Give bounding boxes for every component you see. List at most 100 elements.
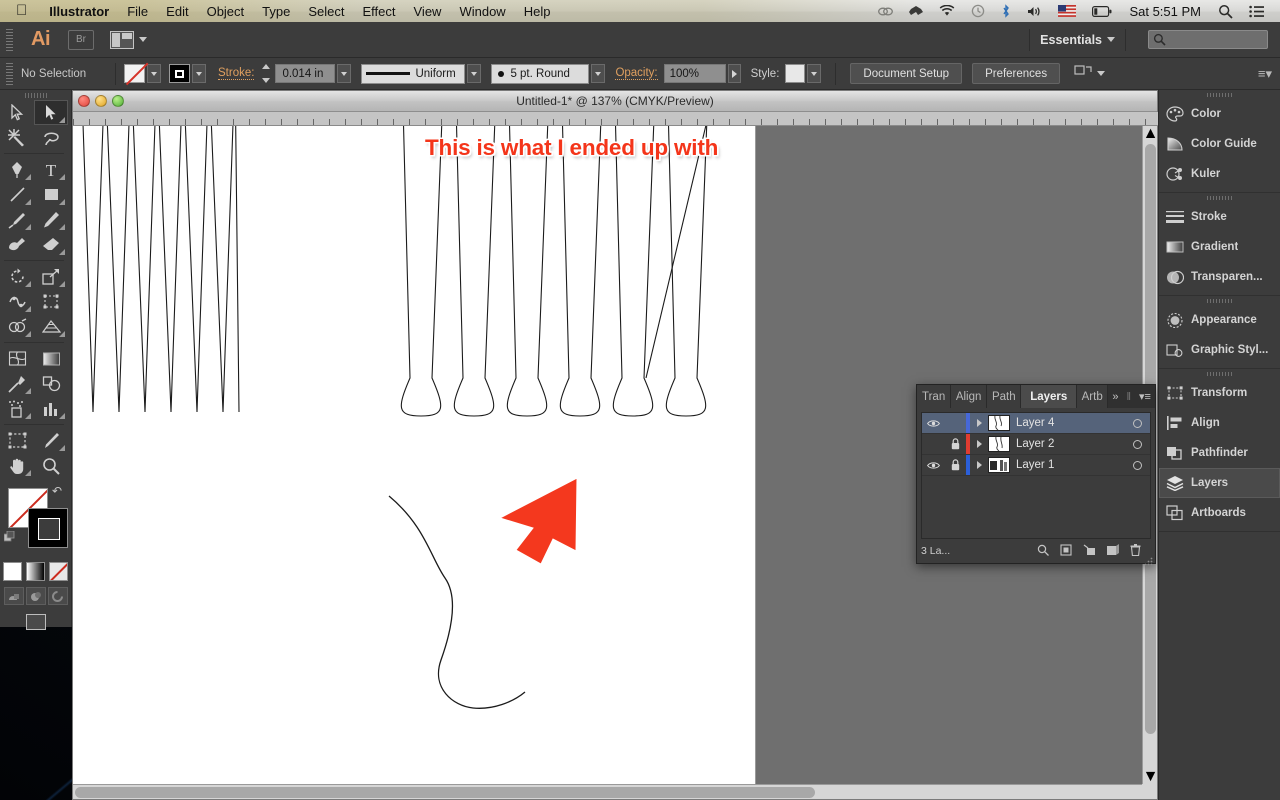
selection-tool[interactable] [0, 100, 34, 125]
pencil-tool[interactable] [34, 207, 68, 232]
preferences-button[interactable]: Preferences [972, 63, 1061, 84]
dock-item-stroke[interactable]: Stroke [1159, 202, 1280, 232]
menubar-clock[interactable]: Sat 5:51 PM [1120, 4, 1210, 19]
draw-inside-button[interactable] [47, 587, 68, 605]
toolbar-drag-grip[interactable] [5, 28, 14, 51]
rotate-tool[interactable] [0, 264, 34, 289]
dock-group-grip[interactable] [1159, 90, 1280, 99]
screen-mode-icon[interactable] [25, 614, 46, 630]
dock-item-layers[interactable]: Layers [1159, 468, 1280, 498]
horizontal-scroll-thumb[interactable] [75, 787, 815, 798]
layer-expand-triangle[interactable] [970, 440, 988, 448]
graphic-style-swatch[interactable] [785, 64, 806, 83]
opacity-flyout[interactable] [727, 64, 741, 83]
style-dropdown[interactable] [807, 64, 822, 83]
fill-color-swatch[interactable] [124, 64, 145, 83]
delete-selection-icon[interactable] [1130, 543, 1141, 559]
layer-target-indicator[interactable] [1124, 439, 1150, 449]
controlbar-drag-grip[interactable] [5, 62, 14, 85]
scroll-down-arrow[interactable]: ▼ [1143, 768, 1159, 785]
default-colors-icon[interactable] [3, 530, 16, 542]
menu-help[interactable]: Help [515, 4, 560, 19]
horizontal-ruler[interactable] [73, 112, 1159, 126]
artboard[interactable]: This is what I ended up with [73, 126, 755, 784]
stroke-swatch-large[interactable] [28, 508, 68, 548]
draw-normal-button[interactable] [3, 587, 24, 605]
lasso-tool[interactable] [34, 125, 68, 150]
make-clipping-mask-icon[interactable] [1060, 543, 1072, 559]
arrange-documents-button[interactable] [110, 30, 147, 49]
table-row[interactable]: Layer 2 [922, 434, 1150, 455]
dock-item-color-guide[interactable]: Color Guide [1159, 129, 1280, 159]
menu-type[interactable]: Type [253, 4, 299, 19]
blend-tool[interactable] [34, 371, 68, 396]
stroke-color-swatch[interactable] [169, 64, 190, 83]
width-tool[interactable] [0, 289, 34, 314]
flag-us-icon[interactable] [1050, 5, 1084, 17]
dock-group-grip[interactable] [1159, 296, 1280, 305]
tab-transform[interactable]: Tran [917, 385, 951, 408]
free-transform-tool[interactable] [34, 289, 68, 314]
document-setup-button[interactable]: Document Setup [850, 63, 963, 84]
dock-item-transform[interactable]: Transform [1159, 378, 1280, 408]
layers-panel[interactable]: Tran Align Path Layers Artb » ‖ ▾≡ Layer… [916, 384, 1156, 566]
brush-definition[interactable]: 5 pt. Round [491, 63, 590, 84]
artboard-tool[interactable] [0, 428, 34, 453]
dock-item-kuler[interactable]: Kuler [1159, 159, 1280, 189]
tab-pathfinder[interactable]: Path [986, 385, 1022, 408]
transform-icon[interactable] [1074, 64, 1092, 83]
battery-icon[interactable] [1084, 5, 1120, 17]
menu-select[interactable]: Select [299, 4, 353, 19]
eyedropper-tool[interactable] [0, 371, 34, 396]
chevron-down-icon[interactable] [1107, 37, 1115, 42]
direct-selection-tool[interactable] [34, 100, 68, 125]
menu-effect[interactable]: Effect [353, 4, 404, 19]
perspective-grid-tool[interactable] [34, 314, 68, 339]
stroke-weight-label[interactable]: Stroke: [218, 67, 255, 80]
stroke-weight-input[interactable]: 0.014 in [275, 64, 336, 83]
scroll-up-arrow[interactable]: ▲ [1143, 125, 1159, 142]
symbol-sprayer-tool[interactable] [0, 396, 34, 421]
timemachine-icon[interactable] [963, 4, 993, 18]
blob-brush-tool[interactable] [0, 232, 34, 257]
menu-illustrator[interactable]: Illustrator [40, 4, 118, 19]
document-titlebar[interactable]: Untitled-1* @ 137% (CMYK/Preview) [73, 91, 1157, 112]
dock-item-gradient[interactable]: Gradient [1159, 232, 1280, 262]
menu-edit[interactable]: Edit [157, 4, 197, 19]
layer-target-indicator[interactable] [1124, 460, 1150, 470]
gradient-tool[interactable] [34, 346, 68, 371]
eraser-tool[interactable] [34, 232, 68, 257]
tab-layers[interactable]: Layers [1021, 385, 1077, 408]
layer-name[interactable]: Layer 4 [1016, 417, 1124, 429]
zoom-tool[interactable] [34, 453, 68, 478]
type-tool[interactable]: T [34, 157, 68, 182]
menu-window[interactable]: Window [450, 4, 514, 19]
hand-tool[interactable] [0, 453, 34, 478]
evernote-icon[interactable] [870, 5, 901, 18]
table-row[interactable]: Layer 1 [922, 455, 1150, 476]
menu-file[interactable]: File [118, 4, 157, 19]
dock-item-appearance[interactable]: Appearance [1159, 305, 1280, 335]
layer-visibility-toggle[interactable] [922, 419, 944, 428]
stroke-weight-stepper[interactable] [262, 64, 273, 83]
profile-dropdown[interactable] [467, 64, 482, 83]
slice-tool[interactable] [34, 428, 68, 453]
double-chevron-right-icon[interactable]: » [1108, 385, 1122, 408]
create-new-layer-icon[interactable] [1107, 543, 1119, 559]
variable-width-profile[interactable]: Uniform [361, 63, 466, 84]
scale-tool[interactable] [34, 264, 68, 289]
pen-tool[interactable] [0, 157, 34, 182]
apple-icon[interactable]:  [0, 3, 40, 18]
stroke-dropdown[interactable] [192, 64, 206, 83]
bridge-button[interactable]: Br [68, 29, 94, 50]
horizontal-scrollbar[interactable] [73, 784, 1142, 799]
controlbar-menu-icon[interactable]: ≡▾ [1258, 66, 1280, 82]
magic-wand-tool[interactable] [0, 125, 34, 150]
tools-drag-grip[interactable] [0, 90, 71, 100]
dropbox-icon[interactable] [901, 5, 931, 18]
dock-item-graphic-styles[interactable]: Graphic Styl... [1159, 335, 1280, 365]
artwork-paths[interactable] [73, 126, 755, 784]
menu-view[interactable]: View [405, 4, 451, 19]
shape-builder-tool[interactable] [0, 314, 34, 339]
dock-item-pathfinder[interactable]: Pathfinder [1159, 438, 1280, 468]
